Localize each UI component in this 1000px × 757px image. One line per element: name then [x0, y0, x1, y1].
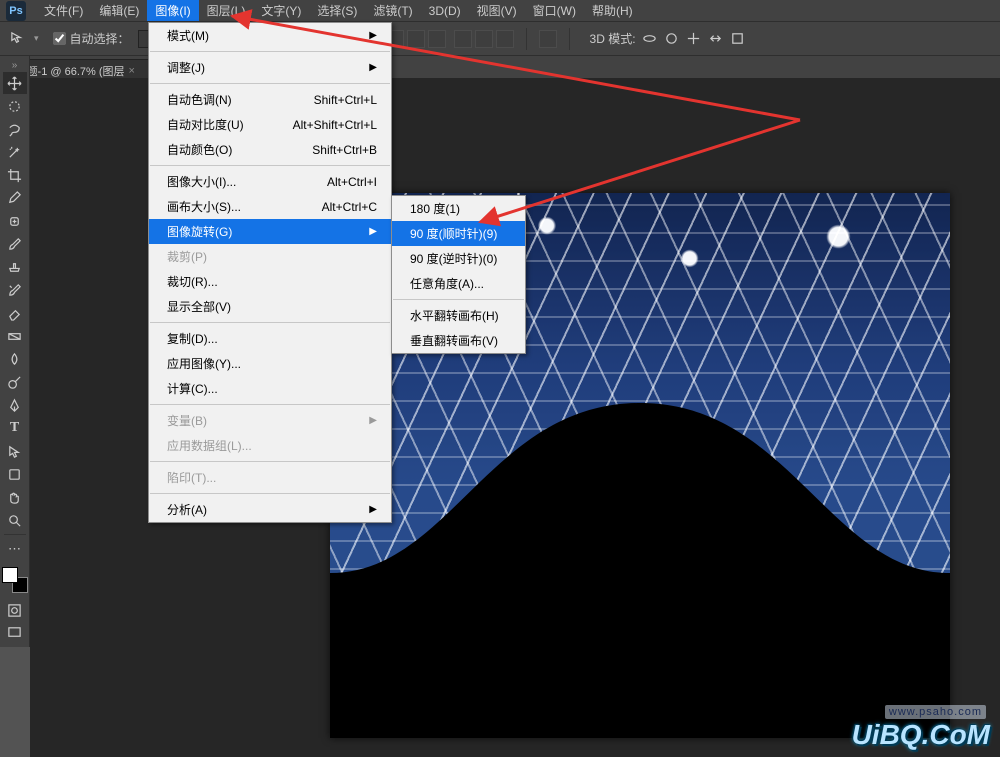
- dodge-tool[interactable]: [3, 371, 27, 393]
- distribute-btn[interactable]: [475, 30, 493, 48]
- 3d-pan-icon[interactable]: [686, 31, 702, 47]
- submenu-item[interactable]: 垂直翻转画布(V): [392, 328, 525, 353]
- menu-item[interactable]: 调整(J)▶: [149, 55, 391, 80]
- move-tool-icon: [10, 31, 26, 47]
- distribute-group-2: [454, 30, 514, 48]
- menu-item[interactable]: 图像大小(I)...Alt+Ctrl+I: [149, 169, 391, 194]
- foreground-color-swatch[interactable]: [2, 567, 18, 583]
- menu-item[interactable]: 自动色调(N)Shift+Ctrl+L: [149, 87, 391, 112]
- watermark-main: UiBQ.CoM: [852, 719, 990, 751]
- zoom-tool[interactable]: [3, 509, 27, 531]
- pen-tool[interactable]: [3, 394, 27, 416]
- distribute-btn[interactable]: [407, 30, 425, 48]
- menu-item[interactable]: 计算(C)...: [149, 376, 391, 401]
- menu-filter[interactable]: 滤镜(T): [365, 0, 420, 21]
- menu-item[interactable]: 画布大小(S)...Alt+Ctrl+C: [149, 194, 391, 219]
- eraser-tool[interactable]: [3, 302, 27, 324]
- menu-item[interactable]: 复制(D)...: [149, 326, 391, 351]
- screen-mode-button[interactable]: [3, 621, 27, 643]
- options-dropdown-arrow[interactable]: ▾: [34, 33, 39, 44]
- color-swatches[interactable]: [2, 567, 28, 593]
- chevron-right-icon: ▶: [369, 62, 377, 73]
- menu-item[interactable]: 应用图像(Y)...: [149, 351, 391, 376]
- chevron-right-icon: ▶: [369, 504, 377, 515]
- menu-layer[interactable]: 图层(L): [199, 0, 254, 21]
- 3d-slide-icon[interactable]: [708, 31, 724, 47]
- mode-3d-section: 3D 模式:: [590, 30, 746, 47]
- menu-image[interactable]: 图像(I): [147, 0, 198, 21]
- menu-type[interactable]: 文字(Y): [253, 0, 309, 21]
- menu-item[interactable]: 自动对比度(U)Alt+Shift+Ctrl+L: [149, 112, 391, 137]
- crop-tool[interactable]: [3, 164, 27, 186]
- magic-wand-tool[interactable]: [3, 141, 27, 163]
- chevron-right-icon: ▶: [369, 226, 377, 237]
- menu-3d[interactable]: 3D(D): [421, 2, 469, 20]
- menu-item[interactable]: 裁切(R)...: [149, 269, 391, 294]
- marquee-tool[interactable]: [3, 95, 27, 117]
- auto-select-label: 自动选择：: [70, 30, 130, 47]
- chevron-right-icon: ▶: [369, 30, 377, 41]
- menu-file[interactable]: 文件(F): [36, 0, 91, 21]
- submenu-item[interactable]: 水平翻转画布(H): [392, 303, 525, 328]
- image-menu-dropdown: 模式(M)▶ 调整(J)▶ 自动色调(N)Shift+Ctrl+L自动对比度(U)A…: [148, 22, 392, 523]
- history-brush-tool[interactable]: [3, 279, 27, 301]
- distribute-btn[interactable]: [496, 30, 514, 48]
- path-selection-tool[interactable]: [3, 440, 27, 462]
- menu-select[interactable]: 选择(S): [309, 0, 365, 21]
- distribute-group-1: [386, 30, 446, 48]
- submenu-item[interactable]: 任意角度(A)...: [392, 271, 525, 296]
- toolbar: » T ⋯: [0, 56, 30, 647]
- menu-item[interactable]: 显示全部(V): [149, 294, 391, 319]
- auto-align-button[interactable]: [539, 30, 557, 48]
- lasso-tool[interactable]: [3, 118, 27, 140]
- gradient-tool[interactable]: [3, 325, 27, 347]
- distribute-btn[interactable]: [454, 30, 472, 48]
- menu-item: 陷印(T)...: [149, 465, 391, 490]
- healing-brush-tool[interactable]: [3, 210, 27, 232]
- submenu-item[interactable]: 180 度(1): [392, 196, 525, 221]
- blur-tool[interactable]: [3, 348, 27, 370]
- toolbar-expand-icon[interactable]: »: [12, 60, 18, 71]
- hand-tool[interactable]: [3, 486, 27, 508]
- auto-select-checkbox[interactable]: 自动选择：: [53, 30, 130, 47]
- submenu-item[interactable]: 90 度(逆时针)(0): [392, 246, 525, 271]
- menu-help[interactable]: 帮助(H): [584, 0, 641, 21]
- type-tool[interactable]: T: [3, 417, 27, 439]
- 3d-roll-icon[interactable]: [664, 31, 680, 47]
- menu-item[interactable]: 分析(A)▶: [149, 497, 391, 522]
- menu-edit[interactable]: 编辑(E): [91, 0, 147, 21]
- menu-item: 变量(B)▶: [149, 408, 391, 433]
- watermark-secondary: www.psaho.com: [885, 705, 986, 719]
- quick-mask-toggle[interactable]: [3, 600, 27, 620]
- clone-stamp-tool[interactable]: [3, 256, 27, 278]
- image-rotation-submenu: 180 度(1)90 度(顺时针)(9)90 度(逆时针)(0)任意角度(A).…: [391, 195, 526, 354]
- distribute-btn[interactable]: [428, 30, 446, 48]
- menu-item[interactable]: 模式(M)▶: [149, 23, 391, 48]
- 3d-orbit-icon[interactable]: [642, 31, 658, 47]
- menu-item: 裁剪(P): [149, 244, 391, 269]
- mode-3d-label: 3D 模式:: [590, 30, 636, 47]
- brush-tool[interactable]: [3, 233, 27, 255]
- close-icon[interactable]: ×: [129, 65, 135, 77]
- menu-window[interactable]: 窗口(W): [525, 0, 584, 21]
- menu-item[interactable]: 自动颜色(O)Shift+Ctrl+B: [149, 137, 391, 162]
- shape-tool[interactable]: [3, 463, 27, 485]
- submenu-item[interactable]: 90 度(顺时针)(9): [392, 221, 525, 246]
- document-tab-title: 题-1 @ 66.7% (图层: [27, 63, 125, 79]
- menu-item: 应用数据组(L)...: [149, 433, 391, 458]
- eyedropper-tool[interactable]: [3, 187, 27, 209]
- 3d-scale-icon[interactable]: [730, 31, 746, 47]
- chevron-right-icon: ▶: [369, 415, 377, 426]
- edit-toolbar-button[interactable]: ⋯: [3, 538, 27, 560]
- ps-logo: Ps: [6, 1, 26, 21]
- menu-view[interactable]: 视图(V): [469, 0, 525, 21]
- menubar: Ps 文件(F) 编辑(E) 图像(I) 图层(L) 文字(Y) 选择(S) 滤…: [0, 0, 1000, 22]
- move-tool[interactable]: [3, 72, 27, 94]
- menu-item[interactable]: 图像旋转(G)▶: [149, 219, 391, 244]
